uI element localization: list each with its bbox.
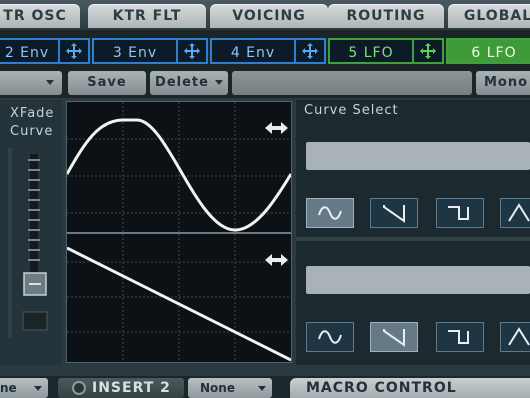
mod-source-4-env[interactable]: 4 Env	[210, 38, 326, 64]
move-arrows-icon[interactable]	[58, 40, 88, 62]
ramp-down-button[interactable]	[370, 198, 418, 228]
preset-toolbar: Save Delete Mono	[0, 70, 530, 98]
mod-source-label: 2 Env	[4, 45, 50, 61]
xfade-label-line2: Curve	[10, 124, 54, 139]
ramp-down-icon	[383, 205, 405, 223]
xfade-slider[interactable]	[6, 148, 58, 338]
bottom-bar: ne INSERT 2 None MACRO CONTROL	[0, 376, 530, 398]
delete-label: Delete	[155, 75, 209, 90]
mod-source-row: 2 Env 3 Env 4 Env 5 LFO 6 LFO	[0, 30, 530, 70]
macro-label: MACRO CONTROL	[306, 380, 457, 396]
mod-source-6-lfo[interactable]: 6 LFO	[446, 38, 530, 64]
sine-wave-button[interactable]	[306, 198, 354, 228]
macro-control-tab[interactable]: MACRO CONTROL	[290, 378, 530, 398]
mod-source-5-lfo[interactable]: 5 LFO	[328, 38, 444, 64]
move-arrows-icon[interactable]	[412, 40, 442, 62]
tab-tr-osc[interactable]: TR OSC	[0, 4, 80, 28]
chevron-down-icon	[34, 386, 42, 391]
mod-source-3-env[interactable]: 3 Env	[92, 38, 208, 64]
square-wave-icon	[448, 330, 469, 344]
left-dropdown-value: ne	[0, 381, 17, 395]
power-icon[interactable]	[72, 381, 86, 395]
mod-source-label: 3 Env	[112, 45, 158, 61]
square-wave-button[interactable]	[436, 322, 484, 352]
triangle-wave-icon	[508, 203, 530, 222]
mod-source-label: 6 LFO	[471, 45, 517, 61]
tab-global[interactable]: GLOBAL	[448, 4, 530, 28]
left-dropdown[interactable]: ne	[0, 378, 48, 398]
insert-label: INSERT 2	[92, 380, 171, 396]
xfade-label-line1: XFade	[10, 106, 55, 121]
square-wave-button[interactable]	[436, 198, 484, 228]
triangle-wave-icon	[508, 327, 530, 346]
sine-wave-button[interactable]	[306, 322, 354, 352]
insert-dropdown-value: None	[200, 381, 235, 395]
xfade-panel: XFade Curve	[0, 100, 62, 365]
tab-ktr-flt[interactable]: KTR FLT	[88, 4, 206, 28]
top-tab-bar: TR OSC KTR FLT VOICING ROUTING GLOBAL	[0, 0, 530, 30]
divider	[296, 237, 530, 241]
mod-source-label: 5 LFO	[348, 45, 394, 61]
triangle-wave-button[interactable]	[500, 198, 530, 228]
tab-voicing[interactable]: VOICING	[210, 4, 328, 28]
delete-dropdown[interactable]: Delete	[150, 71, 228, 95]
ramp-down-icon	[383, 329, 405, 347]
square-wave-icon	[448, 206, 469, 220]
sine-wave-icon	[318, 206, 342, 220]
curve-select-panel: Curve Select	[296, 100, 530, 365]
preset-dropdown[interactable]	[0, 71, 62, 95]
xfade-label: XFade Curve	[10, 105, 54, 141]
move-arrows-icon[interactable]	[294, 40, 324, 62]
insert-dropdown[interactable]: None	[188, 378, 272, 398]
save-button[interactable]: Save	[68, 71, 146, 95]
move-arrows-icon[interactable]	[176, 40, 206, 62]
mod-source-2-env[interactable]: 2 Env	[0, 38, 90, 64]
preset-name-field[interactable]	[232, 71, 472, 95]
mono-button[interactable]: Mono	[476, 71, 530, 95]
insert-2-slot[interactable]: INSERT 2	[58, 378, 184, 398]
sine-wave-icon	[318, 330, 342, 344]
tab-routing[interactable]: ROUTING	[328, 4, 444, 28]
chevron-down-icon	[258, 386, 266, 391]
curve-slot-1-display[interactable]	[306, 142, 530, 170]
ramp-down-button[interactable]	[370, 322, 418, 352]
curve-slot-2-display[interactable]	[306, 266, 530, 294]
chevron-down-icon	[46, 80, 54, 85]
curve-select-title: Curve Select	[304, 103, 399, 118]
mod-source-label: 4 Env	[230, 45, 276, 61]
triangle-wave-button[interactable]	[500, 322, 530, 352]
xfade-curve-display[interactable]	[65, 101, 293, 363]
chevron-down-icon	[214, 80, 223, 85]
